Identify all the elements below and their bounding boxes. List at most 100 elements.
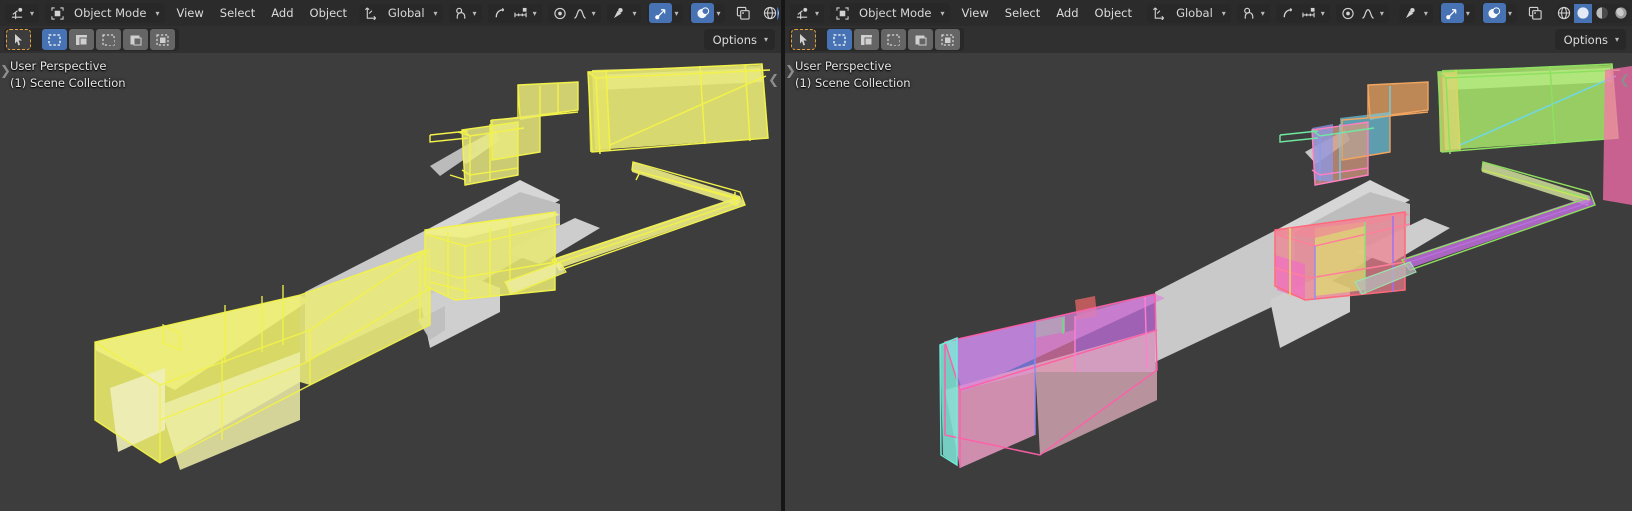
x-ray-icon[interactable] (1525, 4, 1546, 23)
editor-type-button-right[interactable]: ▾ (790, 3, 825, 23)
overlay-group-right[interactable]: ▾ (1480, 3, 1517, 23)
shading-modes-right[interactable] (1554, 3, 1630, 23)
overlay-chevron-icon[interactable]: ▾ (714, 4, 723, 23)
proportional-group-left[interactable]: ▾ (547, 3, 601, 23)
snap-target-group-right[interactable]: ▾ (1275, 3, 1330, 23)
proportional-edit-icon[interactable] (1278, 4, 1298, 23)
viewport-left[interactable]: User Perspective (1) Scene Collection ❯ … (0, 0, 781, 511)
mode-chevron-icon[interactable]: ▾ (938, 4, 947, 23)
proportional-edit-icon[interactable] (490, 4, 510, 23)
gizmo-chevron-icon[interactable]: ▾ (672, 4, 681, 23)
sidebar-toggle-right-icon[interactable]: ❮ (1619, 74, 1630, 87)
material-preview-icon[interactable] (1592, 4, 1611, 23)
snap-increment-icon[interactable] (510, 4, 531, 23)
menu-select-left[interactable]: Select (212, 4, 263, 23)
eye-dropdown-icon[interactable] (609, 4, 630, 23)
wireframe-shading-icon[interactable] (1555, 4, 1574, 23)
x-ray-icon[interactable] (733, 4, 754, 23)
snap-target-group-left[interactable]: ▾ (487, 3, 542, 23)
editor-type-icon[interactable] (7, 4, 28, 23)
xray-group-right[interactable] (1523, 4, 1548, 23)
editor-type-chevron-icon[interactable]: ▾ (28, 4, 37, 23)
toolbar-toggle-left-icon[interactable]: ❯ (0, 65, 11, 78)
falloff-curve-icon[interactable] (1358, 4, 1378, 23)
menu-add-left[interactable]: Add (263, 4, 301, 23)
editor-type-button-left[interactable]: ▾ (5, 3, 40, 23)
snap-group-left[interactable]: ▾ (448, 3, 482, 23)
visibility-chevron-icon[interactable]: ▾ (630, 4, 639, 23)
mode-label-right[interactable]: Object Mode (852, 4, 938, 23)
gizmo-group-right[interactable]: ▾ (1438, 3, 1475, 23)
sidebar-toggle-left-icon[interactable]: ❮ (768, 74, 779, 87)
mode-chevron-icon[interactable]: ▾ (153, 4, 162, 23)
magnet-icon[interactable] (451, 4, 471, 23)
gizmo-icon[interactable] (1440, 3, 1464, 23)
menu-select-right[interactable]: Select (997, 4, 1048, 23)
select-difference-icon[interactable] (123, 29, 148, 50)
select-subtract-icon[interactable] (96, 29, 121, 50)
xray-group-left[interactable] (731, 4, 756, 23)
visibility-group-right[interactable]: ▾ (1398, 3, 1433, 23)
snap-group-right[interactable]: ▾ (1236, 3, 1270, 23)
viewport-right[interactable]: User Perspective (1) Scene Collection ❯ … (785, 0, 1632, 511)
solid-shading-icon[interactable] (1573, 3, 1593, 23)
snap-target-chevron-icon[interactable]: ▾ (1319, 4, 1328, 23)
toolbar-toggle-right-icon[interactable]: ❯ (785, 65, 796, 78)
select-extend-icon[interactable] (69, 29, 94, 50)
editor-type-chevron-icon[interactable]: ▾ (813, 4, 822, 23)
falloff-chevron-icon[interactable]: ▾ (590, 4, 599, 23)
shading-modes-left[interactable] (763, 3, 779, 23)
mode-selector-left[interactable]: Object Mode ▾ (45, 3, 166, 23)
gizmo-group-left[interactable]: ▾ (647, 3, 684, 23)
overlays-icon[interactable] (1482, 3, 1506, 23)
falloff-curve-icon[interactable] (570, 4, 590, 23)
select-extend-icon[interactable] (854, 29, 879, 50)
options-button-left[interactable]: Options ▾ (703, 29, 775, 50)
snap-chevron-icon[interactable]: ▾ (471, 4, 480, 23)
snap-increment-icon[interactable] (1298, 4, 1319, 23)
select-subtract-icon[interactable] (881, 29, 906, 50)
eye-dropdown-icon[interactable] (1401, 4, 1422, 23)
options-label-left[interactable]: Options (713, 33, 757, 47)
gizmo-icon[interactable] (649, 3, 673, 23)
gizmo-chevron-icon[interactable]: ▾ (1464, 4, 1473, 23)
select-set-icon[interactable] (42, 29, 67, 50)
overlay-group-left[interactable]: ▾ (689, 3, 726, 23)
orientation-label-right[interactable]: Global (1169, 4, 1220, 23)
menu-view-right[interactable]: View (953, 4, 996, 23)
orientation-chevron-icon[interactable]: ▾ (1220, 4, 1229, 23)
tool-settings-group-right[interactable] (789, 28, 964, 51)
options-label-right[interactable]: Options (1564, 33, 1608, 47)
orientation-label-left[interactable]: Global (381, 4, 432, 23)
select-intersect-icon[interactable] (935, 29, 960, 50)
select-set-icon[interactable] (827, 29, 852, 50)
solid-shading-icon[interactable] (777, 3, 779, 23)
visibility-group-left[interactable]: ▾ (607, 3, 642, 23)
overlay-chevron-icon[interactable]: ▾ (1506, 4, 1515, 23)
editor-type-icon[interactable] (792, 4, 813, 23)
tweak-select-box-icon[interactable] (6, 29, 31, 50)
proportional-edit-toggle-icon[interactable] (550, 4, 570, 23)
transform-orientation-left[interactable]: Global ▾ (358, 3, 443, 23)
snap-target-chevron-icon[interactable]: ▾ (531, 4, 540, 23)
magnet-icon[interactable] (1239, 4, 1259, 23)
overlays-icon[interactable] (691, 3, 715, 23)
menu-object-left[interactable]: Object (302, 4, 355, 23)
menu-object-right[interactable]: Object (1087, 4, 1140, 23)
tool-settings-group-left[interactable] (4, 28, 179, 51)
rendered-shading-icon[interactable] (1611, 4, 1630, 23)
proportional-group-right[interactable]: ▾ (1335, 3, 1389, 23)
mode-label-left[interactable]: Object Mode (67, 4, 153, 23)
proportional-edit-toggle-icon[interactable] (1338, 4, 1358, 23)
menu-view-left[interactable]: View (168, 4, 211, 23)
options-chevron-right-icon[interactable]: ▾ (1608, 30, 1622, 49)
mode-selector-right[interactable]: Object Mode ▾ (830, 3, 951, 23)
tweak-select-box-icon[interactable] (791, 29, 816, 50)
visibility-chevron-icon[interactable]: ▾ (1422, 4, 1431, 23)
select-difference-icon[interactable] (908, 29, 933, 50)
orientation-chevron-icon[interactable]: ▾ (432, 4, 441, 23)
snap-chevron-icon[interactable]: ▾ (1259, 4, 1268, 23)
falloff-chevron-icon[interactable]: ▾ (1378, 4, 1387, 23)
transform-orientation-right[interactable]: Global ▾ (1147, 3, 1231, 23)
options-chevron-left-icon[interactable]: ▾ (757, 30, 771, 49)
